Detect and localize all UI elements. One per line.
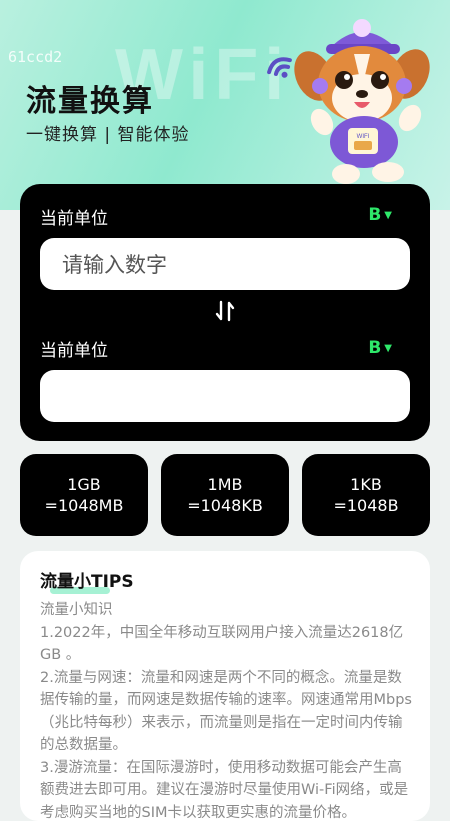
source-unit-dropdown[interactable]: B ▼	[368, 205, 392, 225]
caret-down-icon: ▼	[384, 210, 392, 221]
caret-down-icon: ▼	[384, 343, 392, 354]
card-unit: 1GB	[20, 474, 148, 495]
tips-card: 流量小TIPS 流量小知识 1.2022年，中国全年移动互联网用户接入流量达26…	[20, 551, 430, 821]
swap-arrows-icon[interactable]	[213, 299, 237, 323]
card-unit: 1MB	[161, 474, 289, 495]
reference-card-mb: 1MB =1048KB	[161, 454, 289, 536]
tips-item: 3.漫游流量：在国际漫游时，使用移动数据可能会产生高额费进去即可用。建议在漫游时…	[40, 757, 412, 821]
tips-body: 流量小知识 1.2022年，中国全年移动互联网用户接入流量达2618亿GB 。 …	[40, 599, 412, 821]
tips-title: 流量小TIPS	[40, 567, 134, 592]
hero-banner: 61ccd2 WiFi 流量换算 一键换算 | 智能体验	[0, 0, 450, 210]
target-unit-label: 当前单位	[40, 336, 108, 361]
target-unit-dropdown[interactable]: B ▼	[368, 338, 392, 358]
result-field[interactable]	[40, 370, 410, 422]
source-unit-label: 当前单位	[40, 204, 108, 229]
page-subtitle: 一键换算 | 智能体验	[26, 120, 190, 145]
card-unit: 1KB	[302, 474, 430, 495]
target-unit-value: B	[368, 338, 381, 358]
reference-card-kb: 1KB =1048B	[302, 454, 430, 536]
mascot-badge-text: WIFI	[357, 134, 370, 140]
number-input-placeholder: 请输入数字	[62, 249, 167, 279]
tips-item: 1.2022年，中国全年移动互联网用户接入流量达2618亿GB 。	[40, 622, 412, 667]
card-equivalent: =1048B	[302, 495, 430, 516]
watermark-text: 61ccd2	[8, 48, 62, 66]
source-unit-value: B	[368, 205, 381, 225]
card-equivalent: =1048KB	[161, 495, 289, 516]
tips-item: 2.流量与网速：流量和网速是两个不同的概念。流量是数据传输的量，而网速是数据传输…	[40, 667, 412, 757]
card-equivalent: =1048MB	[20, 495, 148, 516]
page-title: 流量换算	[26, 76, 154, 120]
converter-panel: 当前单位 B ▼ 请输入数字 当前单位 B ▼	[20, 184, 430, 441]
number-input[interactable]: 请输入数字	[40, 238, 410, 290]
puppy-mascot-illustration: WIFI	[292, 14, 432, 186]
reference-card-gb: 1GB =1048MB	[20, 454, 148, 536]
tips-heading: 流量小知识	[40, 599, 412, 622]
